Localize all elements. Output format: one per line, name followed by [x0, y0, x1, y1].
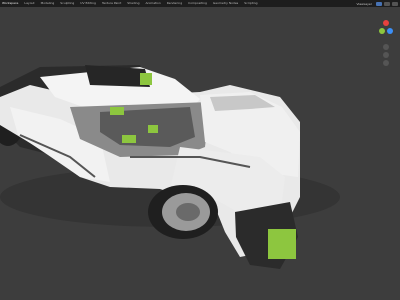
menu-item-scripting[interactable]: Scripting [244, 0, 257, 7]
shading-rendered-button[interactable] [392, 1, 398, 6]
shading-material-button[interactable] [384, 1, 390, 6]
3d-viewport[interactable] [0, 7, 400, 300]
menu-item-animation[interactable]: Animation [145, 0, 160, 7]
menu-item-compositing[interactable]: Compositing [188, 0, 207, 7]
header-tools: ViewLayer [357, 1, 398, 6]
menu-item-geometry-nodes[interactable]: Geometry Nodes [213, 0, 238, 7]
menu-item-texture-paint[interactable]: Texture Paint [102, 0, 121, 7]
pan-icon [383, 52, 389, 58]
shading-solid-button[interactable] [376, 1, 382, 6]
menu-item-layout[interactable]: Layout [24, 0, 34, 7]
menu-item-shading[interactable]: Shading [127, 0, 139, 7]
view-layer-label[interactable]: ViewLayer [357, 2, 372, 6]
zoom-icon [383, 44, 389, 50]
top-menu-bar: Workspace Layout Modeling Sculpting UV E… [0, 0, 400, 7]
z-axis-icon [387, 28, 393, 34]
car-model-render [0, 65, 340, 269]
menu-item-rendering[interactable]: Rendering [167, 0, 182, 7]
camera-icon [383, 60, 389, 66]
y-axis-icon [379, 28, 385, 34]
x-axis-icon [383, 20, 389, 26]
green-accent-front [268, 229, 296, 259]
front-hub [176, 203, 200, 221]
menu-item-sculpting[interactable]: Sculpting [60, 0, 74, 7]
green-accent-rear [140, 73, 152, 85]
menu-item-modeling[interactable]: Modeling [41, 0, 55, 7]
green-accent-mid [148, 125, 158, 133]
navigation-gizmo[interactable] [376, 17, 396, 69]
menu-item-workspace[interactable]: Workspace [2, 0, 18, 7]
green-accent-cockpit [122, 135, 136, 143]
green-accent-center [110, 107, 124, 115]
menu-item-uv-editing[interactable]: UV Editing [80, 0, 96, 7]
